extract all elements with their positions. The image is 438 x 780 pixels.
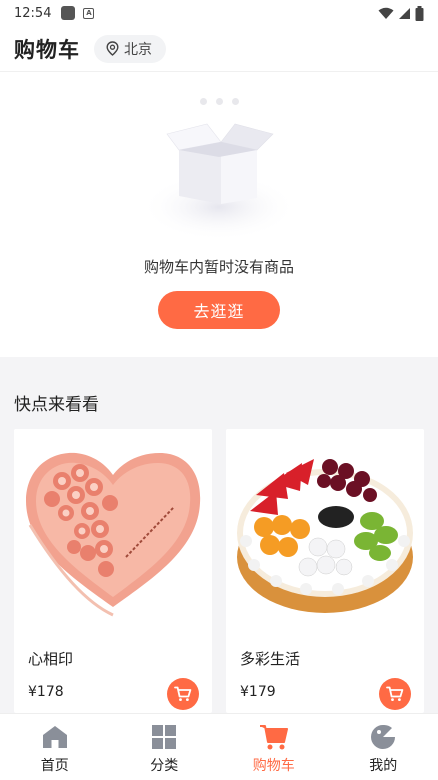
recommend-section-title: 快点来看看 [14, 395, 99, 415]
cart-icon [386, 686, 404, 701]
product-card[interactable]: 心相印 ¥178 [14, 429, 212, 713]
tab-cart[interactable]: 购物车 [219, 714, 329, 780]
loading-dots [200, 98, 239, 105]
header: 购物车 北京 [0, 26, 438, 72]
product-name: 心相印 [28, 650, 74, 668]
empty-cart-message: 购物车内暂时没有商品 [143, 258, 294, 276]
fruit-cake-image [226, 429, 424, 629]
tab-home[interactable]: 首页 [0, 714, 110, 780]
bottom-tab-bar: 首页 分类 购物车 我的 [0, 713, 438, 780]
tab-label: 分类 [150, 758, 179, 774]
add-to-cart-button[interactable] [167, 678, 199, 710]
tab-profile[interactable]: 我的 [329, 714, 438, 780]
location-selector[interactable]: 北京 [94, 34, 166, 63]
tab-label: 我的 [369, 758, 398, 774]
product-price: ¥178 [28, 684, 64, 700]
notification-icon [61, 6, 76, 20]
accessibility-icon: A [83, 7, 95, 19]
status-bar: 12:54 A [0, 0, 438, 26]
wifi-icon [378, 7, 394, 19]
grid-icon [150, 723, 178, 751]
cart-icon [174, 686, 192, 701]
product-price: ¥179 [240, 684, 276, 700]
cart-icon [259, 723, 288, 751]
location-label: 北京 [124, 41, 152, 58]
empty-cart-panel: 购物车内暂时没有商品 去逛逛 [0, 72, 438, 357]
page-title: 购物车 [14, 37, 80, 62]
signal-icon [399, 7, 410, 19]
tab-label: 首页 [40, 758, 69, 774]
battery-icon [415, 5, 424, 21]
product-card[interactable]: 多彩生活 ¥179 [226, 429, 424, 713]
home-icon [41, 723, 69, 751]
status-time: 12:54 [14, 5, 52, 21]
product-name: 多彩生活 [240, 650, 301, 668]
heart-cake-image [14, 429, 212, 629]
tab-label: 购物车 [252, 758, 295, 774]
go-shopping-button[interactable]: 去逛逛 [158, 291, 280, 329]
add-to-cart-button[interactable] [379, 678, 411, 710]
profile-icon [369, 723, 397, 751]
empty-box-icon [141, 123, 297, 241]
tab-category[interactable]: 分类 [110, 714, 220, 780]
location-pin-icon [106, 41, 119, 56]
